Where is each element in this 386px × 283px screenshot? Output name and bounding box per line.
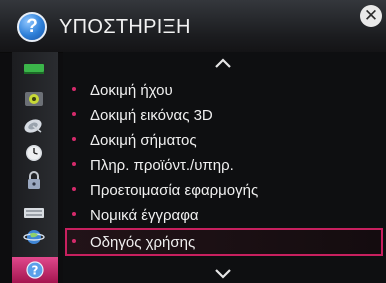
sidebar-item-channel[interactable]	[23, 117, 45, 134]
close-icon: ✕	[363, 6, 379, 25]
close-button[interactable]: ✕	[360, 5, 382, 27]
menu-item-3d-picture-test[interactable]: Δοκιμή εικόνας 3D	[65, 101, 383, 129]
menu-item-label: Νομικά έγγραφα	[90, 207, 199, 224]
category-sidebar: ?	[12, 52, 58, 283]
menu-item-app-initialize[interactable]: Προετοιμασία εφαρμογής	[65, 176, 383, 204]
bullet-icon	[72, 87, 76, 91]
sidebar-item-network[interactable]	[23, 228, 45, 245]
menu-item-legal-notice[interactable]: Νομικά έγγραφα	[65, 201, 383, 229]
bullet-icon	[72, 212, 76, 216]
menu-item-product-service-info[interactable]: Πληρ. προϊόντ./υπηρ.	[65, 151, 383, 179]
menu-item-label: Δοκιμή ήχου	[90, 82, 173, 99]
sidebar-item-time[interactable]	[23, 144, 45, 161]
bullet-icon	[72, 187, 76, 191]
menu-item-sound-test[interactable]: Δοκιμή ήχου	[65, 76, 383, 104]
bullet-icon	[72, 137, 76, 141]
svg-text:?: ?	[32, 264, 39, 278]
sidebar-item-option[interactable]	[23, 204, 45, 221]
sidebar-item-lock[interactable]	[23, 170, 45, 189]
network-globe-icon	[23, 229, 45, 244]
menu-item-label: Οδηγός χρήσης	[90, 234, 196, 251]
picture-icon	[24, 63, 44, 74]
sidebar-item-picture[interactable]	[23, 60, 45, 77]
menu-item-user-guide[interactable]: Οδηγός χρήσης	[65, 228, 383, 256]
channel-dish-icon	[24, 118, 42, 133]
menu-item-label: Πληρ. προϊόντ./υπηρ.	[90, 157, 234, 174]
bullet-icon	[72, 112, 76, 116]
menu-item-label: Προετοιμασία εφαρμογής	[90, 182, 259, 199]
support-menu-list: Δοκιμή ήχου Δοκιμή εικόνας 3D Δοκιμή σήμ…	[63, 52, 386, 283]
help-icon: ?	[26, 261, 44, 279]
sidebar-item-support[interactable]: ?	[12, 257, 58, 283]
bullet-icon	[72, 239, 76, 243]
menu-item-signal-test[interactable]: Δοκιμή σήματος	[65, 126, 383, 154]
support-menu-window: ? ΥΠΟΣΤΗΡΙΞΗ ✕ ? Δοκιμή ήχου Δοκιμή εικό…	[0, 0, 386, 283]
page-title: ΥΠΟΣΤΗΡΙΞΗ	[59, 16, 191, 38]
keyboard-icon	[24, 207, 44, 218]
scroll-down-arrow-icon[interactable]	[208, 266, 238, 280]
scroll-up-arrow-icon[interactable]	[208, 56, 238, 70]
sidebar-item-sound[interactable]	[23, 90, 45, 107]
lock-icon	[28, 170, 40, 189]
menu-item-label: Δοκιμή εικόνας 3D	[90, 107, 213, 124]
title-bar: ? ΥΠΟΣΤΗΡΙΞΗ ✕	[0, 0, 386, 53]
clock-icon	[26, 144, 42, 161]
menu-item-label: Δοκιμή σήματος	[90, 132, 197, 149]
help-icon: ?	[17, 12, 47, 42]
bullet-icon	[72, 162, 76, 166]
sound-icon	[25, 91, 43, 106]
